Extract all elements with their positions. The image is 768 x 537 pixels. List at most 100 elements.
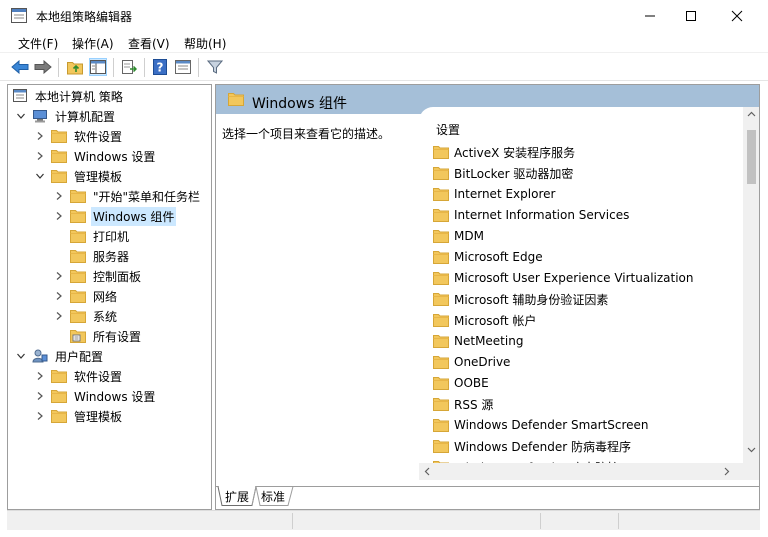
folder-icon xyxy=(70,209,86,223)
tree-item-windows-components[interactable]: Windows 组件 xyxy=(54,206,177,226)
tree-item-start-menu[interactable]: "开始"菜单和任务栏 xyxy=(54,186,202,206)
window-title: 本地组策略编辑器 xyxy=(36,10,133,24)
list-item[interactable]: Microsoft 帐户 xyxy=(433,310,536,330)
user-icon xyxy=(32,349,48,363)
tree-item-user-software-settings[interactable]: 软件设置 xyxy=(35,366,124,386)
close-icon xyxy=(731,10,743,21)
scroll-up-icon[interactable] xyxy=(747,111,756,117)
vertical-scrollbar[interactable] xyxy=(743,107,759,463)
show-tree-icon xyxy=(90,60,106,74)
list-item[interactable]: RSS 源 xyxy=(433,394,493,414)
all-settings-icon xyxy=(70,330,86,343)
folder-icon xyxy=(228,92,244,106)
folder-icon xyxy=(70,309,86,323)
folder-icon xyxy=(433,313,449,327)
chevron-down-icon[interactable] xyxy=(16,351,26,361)
list-item-label: ActiveX 安装程序服务 xyxy=(454,145,576,160)
list-item[interactable]: NetMeeting xyxy=(433,331,523,351)
list-item[interactable]: Internet Explorer xyxy=(433,184,555,204)
chevron-down-icon[interactable] xyxy=(35,171,45,181)
column-header-settings[interactable]: 设置 xyxy=(436,121,460,138)
folder-icon xyxy=(433,166,449,180)
minimize-icon xyxy=(645,15,655,16)
chevron-right-icon[interactable] xyxy=(35,391,45,401)
details-title: Windows 组件 xyxy=(252,96,347,112)
tree-item-all-settings[interactable]: 所有设置 xyxy=(54,326,143,346)
tree-item-user-windows-settings[interactable]: Windows 设置 xyxy=(35,386,157,406)
list-item-label: MDM xyxy=(454,229,484,243)
list-item[interactable]: Microsoft 辅助身份验证因素 xyxy=(433,289,608,309)
horizontal-scrollbar[interactable] xyxy=(419,463,743,480)
toolbar: ? xyxy=(0,54,768,81)
folder-icon xyxy=(433,229,449,243)
menu-file[interactable]: 文件(F) xyxy=(18,35,58,52)
chevron-down-icon[interactable] xyxy=(16,111,26,121)
folder-icon xyxy=(433,292,449,306)
tree-item-control-panel[interactable]: 控制面板 xyxy=(54,266,143,286)
folder-icon xyxy=(51,149,67,163)
up-folder-icon xyxy=(67,62,83,75)
policy-editor-app-icon xyxy=(11,8,27,23)
tree-item-printers[interactable]: 打印机 xyxy=(54,226,131,246)
forward-button[interactable] xyxy=(34,58,52,76)
menu-action[interactable]: 操作(A) xyxy=(72,35,114,52)
list-item[interactable]: OneDrive xyxy=(433,352,510,372)
scroll-left-icon[interactable] xyxy=(424,467,430,476)
scroll-thumb[interactable] xyxy=(747,130,756,184)
menu-help[interactable]: 帮助(H) xyxy=(184,35,226,52)
maximize-button[interactable] xyxy=(668,0,714,31)
chevron-right-icon[interactable] xyxy=(35,151,45,161)
list-item[interactable]: Microsoft User Experience Virtualization xyxy=(433,268,694,288)
menu-view[interactable]: 查看(V) xyxy=(128,35,170,52)
chevron-right-icon[interactable] xyxy=(35,371,45,381)
export-list-button[interactable] xyxy=(120,58,138,76)
list-item[interactable]: ActiveX 安装程序服务 xyxy=(433,142,575,162)
tree-item-servers[interactable]: 服务器 xyxy=(54,246,131,266)
chevron-right-icon[interactable] xyxy=(54,191,64,201)
up-one-level-button[interactable] xyxy=(66,58,84,76)
tree-item-network[interactable]: 网络 xyxy=(54,286,119,306)
chevron-right-icon[interactable] xyxy=(54,271,64,281)
chevron-right-icon[interactable] xyxy=(54,311,64,321)
filter-button[interactable] xyxy=(206,58,224,76)
list-item-label: Microsoft 帐户 xyxy=(454,313,537,328)
tree-item-local-policy[interactable]: 本地计算机 策略 xyxy=(12,86,125,106)
list-item[interactable]: Internet Information Services xyxy=(433,205,629,225)
chevron-right-icon[interactable] xyxy=(54,291,64,301)
tab-extended[interactable]: 扩展 xyxy=(225,487,249,505)
export-list-icon xyxy=(122,60,137,74)
list-item-label: Windows Defender SmartScreen xyxy=(454,418,649,432)
tree-item-computer-config[interactable]: 计算机配置 xyxy=(16,106,117,126)
chevron-right-icon[interactable] xyxy=(35,411,45,421)
list-item[interactable]: OOBE xyxy=(433,373,489,393)
tree-item-user-config[interactable]: 用户配置 xyxy=(16,346,105,366)
scroll-right-icon[interactable] xyxy=(724,467,730,476)
tab-standard[interactable]: 标准 xyxy=(261,487,285,505)
help-button[interactable]: ? xyxy=(151,58,169,76)
folder-icon xyxy=(70,229,86,243)
back-button[interactable] xyxy=(11,58,29,76)
tree-item-software-settings[interactable]: 软件设置 xyxy=(35,126,124,146)
list-item[interactable]: Windows Defender 防病毒程序 xyxy=(433,436,631,456)
list-item[interactable]: BitLocker 驱动器加密 xyxy=(433,163,573,183)
list-item[interactable]: Windows Defender SmartScreen xyxy=(433,415,649,435)
status-bar xyxy=(7,510,760,530)
menu-bar: 文件(F) 操作(A) 查看(V) 帮助(H) xyxy=(0,31,768,53)
close-button[interactable] xyxy=(714,0,760,31)
tree-item-admin-templates[interactable]: 管理模板 xyxy=(35,166,124,186)
list-item[interactable]: Microsoft Edge xyxy=(433,247,543,267)
chevron-right-icon[interactable] xyxy=(54,211,64,221)
tree-item-system[interactable]: 系统 xyxy=(54,306,119,326)
properties-button[interactable] xyxy=(174,58,192,76)
scroll-down-icon[interactable] xyxy=(747,447,756,453)
chevron-right-icon[interactable] xyxy=(35,131,45,141)
filter-icon xyxy=(207,60,223,74)
minimize-button[interactable] xyxy=(627,0,673,31)
tree-item-user-admin-templates[interactable]: 管理模板 xyxy=(35,406,124,426)
show-hide-tree-button[interactable] xyxy=(89,58,107,76)
folder-icon xyxy=(51,369,67,383)
list-item[interactable]: MDM xyxy=(433,226,484,246)
tree-item-windows-settings[interactable]: Windows 设置 xyxy=(35,146,157,166)
list-item-label: Internet Information Services xyxy=(454,208,630,222)
folder-icon xyxy=(433,145,449,159)
